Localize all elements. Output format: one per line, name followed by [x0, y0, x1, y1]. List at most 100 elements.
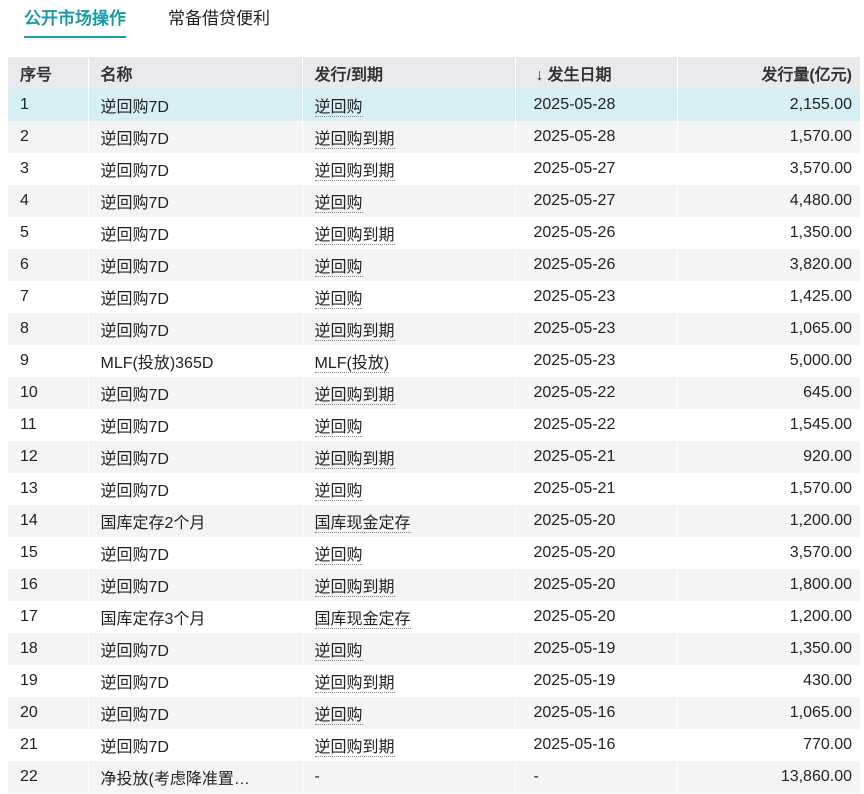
cell-date: 2025-05-28 — [515, 121, 678, 153]
column-header-amount[interactable]: 发行量(亿元) — [677, 57, 860, 89]
cell-date: 2025-05-23 — [515, 281, 678, 313]
cell-name: 逆回购7D — [88, 313, 303, 345]
table-row[interactable]: 2 逆回购7D 逆回购到期 2025-05-28 1,570.00 — [8, 121, 860, 153]
cell-name: 逆回购7D — [88, 441, 303, 473]
cell-type-link[interactable]: 逆回购 — [314, 483, 363, 501]
cell-name: 逆回购7D — [88, 473, 303, 505]
cell-type-link[interactable]: MLF(投放) — [314, 355, 390, 373]
cell-date: 2025-05-16 — [515, 729, 678, 761]
cell-type: 逆回购到期 — [302, 665, 516, 697]
cell-index: 12 — [8, 441, 89, 473]
cell-type-link[interactable]: 逆回购到期 — [314, 227, 395, 245]
cell-type-link[interactable]: 逆回购到期 — [314, 739, 395, 757]
cell-date: 2025-05-21 — [515, 473, 678, 505]
cell-name: 逆回购7D — [88, 281, 303, 313]
cell-amount: 1,200.00 — [677, 601, 860, 633]
table-row[interactable]: 10 逆回购7D 逆回购到期 2025-05-22 645.00 — [8, 377, 860, 409]
cell-type-link[interactable]: 逆回购到期 — [314, 675, 395, 693]
table-row[interactable]: 12 逆回购7D 逆回购到期 2025-05-21 920.00 — [8, 441, 860, 473]
cell-type-link[interactable]: 逆回购到期 — [314, 131, 395, 149]
cell-type: - — [302, 761, 516, 793]
cell-index: 19 — [8, 665, 89, 697]
table-row[interactable]: 19 逆回购7D 逆回购到期 2025-05-19 430.00 — [8, 665, 860, 697]
cell-amount: 1,800.00 — [677, 569, 860, 601]
cell-name: 净投放(考虑降准置… — [88, 761, 303, 793]
cell-name: 国库定存3个月 — [88, 601, 303, 633]
cell-amount: 3,570.00 — [677, 537, 860, 569]
cell-date: - — [515, 761, 678, 793]
tab-open-market-operations[interactable]: 公开市场操作 — [24, 8, 126, 38]
cell-type-link[interactable]: 逆回购 — [314, 259, 363, 277]
cell-name: 逆回购7D — [88, 377, 303, 409]
table-row[interactable]: 14 国库定存2个月 国库现金定存 2025-05-20 1,200.00 — [8, 505, 860, 537]
cell-type-link[interactable]: 逆回购 — [314, 419, 363, 437]
table-row[interactable]: 21 逆回购7D 逆回购到期 2025-05-16 770.00 — [8, 729, 860, 761]
cell-amount: 1,350.00 — [677, 217, 860, 249]
table-row[interactable]: 7 逆回购7D 逆回购 2025-05-23 1,425.00 — [8, 281, 860, 313]
cell-date: 2025-05-27 — [515, 185, 678, 217]
table-row[interactable]: 18 逆回购7D 逆回购 2025-05-19 1,350.00 — [8, 633, 860, 665]
cell-index: 4 — [8, 185, 89, 217]
table-row[interactable]: 11 逆回购7D 逆回购 2025-05-22 1,545.00 — [8, 409, 860, 441]
column-header-index[interactable]: 序号 — [8, 57, 89, 89]
table-row[interactable]: 13 逆回购7D 逆回购 2025-05-21 1,570.00 — [8, 473, 860, 505]
table-row[interactable]: 6 逆回购7D 逆回购 2025-05-26 3,820.00 — [8, 249, 860, 281]
cell-type-link[interactable]: 逆回购 — [314, 291, 363, 309]
cell-name: 逆回购7D — [88, 569, 303, 601]
cell-amount: 430.00 — [677, 665, 860, 697]
cell-date: 2025-05-26 — [515, 217, 678, 249]
cell-index: 8 — [8, 313, 89, 345]
table-row[interactable]: 1 逆回购7D 逆回购 2025-05-28 2,155.00 — [8, 89, 860, 121]
table-row[interactable]: 20 逆回购7D 逆回购 2025-05-16 1,065.00 — [8, 697, 860, 729]
cell-type-link[interactable]: 逆回购 — [314, 99, 363, 117]
cell-type-link[interactable]: 逆回购 — [314, 547, 363, 565]
cell-name: 逆回购7D — [88, 633, 303, 665]
cell-amount: 3,570.00 — [677, 153, 860, 185]
cell-index: 7 — [8, 281, 89, 313]
cell-name: 逆回购7D — [88, 665, 303, 697]
cell-type-link[interactable]: 逆回购到期 — [314, 323, 395, 341]
cell-type-link[interactable]: 国库现金定存 — [314, 611, 411, 629]
table-row[interactable]: 22 净投放(考虑降准置… - -13,860.00 — [8, 761, 860, 793]
table-row[interactable]: 4 逆回购7D 逆回购 2025-05-27 4,480.00 — [8, 185, 860, 217]
cell-name: 逆回购7D — [88, 121, 303, 153]
cell-type-link[interactable]: 逆回购 — [314, 195, 363, 213]
cell-amount: 1,065.00 — [677, 697, 860, 729]
table-row[interactable]: 3 逆回购7D 逆回购到期 2025-05-27 3,570.00 — [8, 153, 860, 185]
cell-type-link[interactable]: 逆回购到期 — [314, 579, 395, 597]
cell-date: 2025-05-28 — [515, 89, 678, 121]
cell-type-link[interactable]: 逆回购 — [314, 707, 363, 725]
column-header-name[interactable]: 名称 — [88, 57, 303, 89]
table-row[interactable]: 15 逆回购7D 逆回购 2025-05-20 3,570.00 — [8, 537, 860, 569]
cell-amount: 4,480.00 — [677, 185, 860, 217]
cell-index: 6 — [8, 249, 89, 281]
table-row[interactable]: 9 MLF(投放)365D MLF(投放) 2025-05-23 5,000.00 — [8, 345, 860, 377]
cell-index: 1 — [8, 89, 89, 121]
table-row[interactable]: 16 逆回购7D 逆回购到期 2025-05-20 1,800.00 — [8, 569, 860, 601]
column-header-date[interactable]: ↓ 发生日期 — [515, 57, 678, 89]
table-row[interactable]: 8 逆回购7D 逆回购到期 2025-05-23 1,065.00 — [8, 313, 860, 345]
cell-type-link[interactable]: 逆回购 — [314, 643, 363, 661]
cell-type: 逆回购到期 — [302, 313, 516, 345]
cell-amount: 920.00 — [677, 441, 860, 473]
cell-name: 逆回购7D — [88, 185, 303, 217]
column-header-type[interactable]: 发行/到期 — [302, 57, 516, 89]
cell-type: 逆回购到期 — [302, 729, 516, 761]
cell-type-link[interactable]: 逆回购到期 — [314, 451, 395, 469]
cell-name: 逆回购7D — [88, 537, 303, 569]
cell-date: 2025-05-20 — [515, 601, 678, 633]
cell-type-link[interactable]: 国库现金定存 — [314, 515, 411, 533]
cell-type-link[interactable]: 逆回购到期 — [314, 163, 395, 181]
cell-amount: 3,820.00 — [677, 249, 860, 281]
cell-type-link[interactable]: 逆回购到期 — [314, 387, 395, 405]
cell-type: 逆回购 — [302, 537, 516, 569]
tab-standing-lending-facility[interactable]: 常备借贷便利 — [168, 8, 270, 36]
table-row[interactable]: 17 国库定存3个月 国库现金定存 2025-05-20 1,200.00 — [8, 601, 860, 633]
cell-amount: 1,570.00 — [677, 473, 860, 505]
table-row[interactable]: 5 逆回购7D 逆回购到期 2025-05-26 1,350.00 — [8, 217, 860, 249]
cell-amount: 1,570.00 — [677, 121, 860, 153]
cell-date: 2025-05-27 — [515, 153, 678, 185]
cell-index: 13 — [8, 473, 89, 505]
cell-date: 2025-05-22 — [515, 377, 678, 409]
cell-index: 2 — [8, 121, 89, 153]
